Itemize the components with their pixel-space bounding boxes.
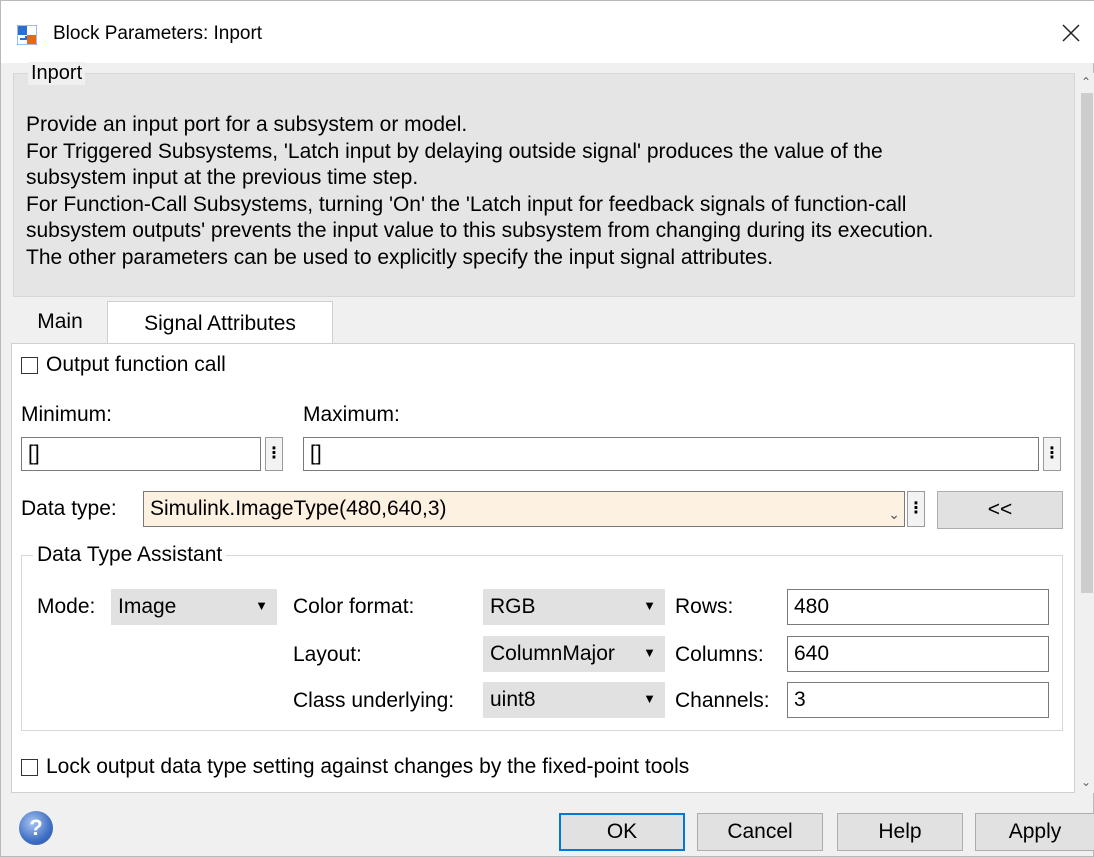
maximum-options-icon[interactable]: ⋮ — [1043, 437, 1061, 471]
maximum-label: Maximum: — [303, 403, 400, 426]
description-group-title: Inport — [28, 62, 86, 85]
help-button[interactable]: Help — [837, 813, 963, 851]
minimum-options-icon[interactable]: ⋮ — [265, 437, 283, 471]
scroll-up-icon[interactable]: ⌃ — [1079, 75, 1093, 89]
tab-signal-attributes[interactable]: Signal Attributes — [107, 301, 333, 345]
output-function-call-label: Output function call — [46, 353, 226, 376]
channels-label: Channels: — [675, 689, 770, 712]
maximum-input[interactable]: [] — [303, 437, 1039, 471]
lock-output-data-type-checkbox[interactable]: Lock output data type setting against ch… — [21, 755, 689, 779]
data-type-assistant-title: Data Type Assistant — [33, 543, 227, 567]
class-underlying-select[interactable]: uint8 ▼ — [483, 682, 665, 718]
tab-main[interactable]: Main — [15, 301, 105, 343]
checkbox-box[interactable] — [21, 356, 38, 374]
output-function-call-checkbox[interactable]: Output function call — [21, 353, 226, 377]
close-icon[interactable] — [1053, 15, 1089, 51]
dropdown-arrow-icon: ▼ — [643, 645, 656, 660]
title-bar: Block Parameters: Inport — [1, 1, 1094, 63]
color-format-value: RGB — [490, 595, 536, 618]
color-format-label: Color format: — [293, 595, 415, 618]
scroll-thumb[interactable] — [1081, 93, 1093, 593]
checkbox-box[interactable] — [21, 758, 38, 776]
data-type-label: Data type: — [21, 497, 117, 520]
dropdown-arrow-icon: ▼ — [643, 598, 656, 613]
data-type-value: Simulink.ImageType(480,640,3) — [150, 497, 447, 520]
class-underlying-label: Class underlying: — [293, 689, 455, 712]
dropdown-arrow-icon: ▼ — [255, 598, 268, 613]
window-title: Block Parameters: Inport — [53, 23, 263, 44]
mode-select[interactable]: Image ▼ — [111, 589, 277, 625]
layout-select[interactable]: ColumnMajor ▼ — [483, 636, 665, 672]
chevron-down-icon[interactable]: ⌄ — [888, 500, 900, 528]
data-type-combo[interactable]: Simulink.ImageType(480,640,3) ⌄ — [143, 491, 905, 527]
mode-label: Mode: — [37, 595, 96, 618]
color-format-select[interactable]: RGB ▼ — [483, 589, 665, 625]
help-icon[interactable]: ? — [19, 811, 53, 845]
rows-input[interactable]: 480 — [787, 589, 1049, 625]
description-group: Inport Provide an input port for a subsy… — [13, 62, 1075, 297]
rows-label: Rows: — [675, 595, 734, 618]
data-type-assistant-toggle-button[interactable]: << — [937, 491, 1063, 529]
simulink-block-icon — [16, 24, 38, 46]
layout-value: ColumnMajor — [490, 642, 615, 665]
scroll-down-icon[interactable]: ⌄ — [1079, 775, 1093, 789]
ok-button[interactable]: OK — [559, 813, 685, 851]
columns-input[interactable]: 640 — [787, 636, 1049, 672]
minimum-label: Minimum: — [21, 403, 113, 426]
layout-label: Layout: — [293, 643, 362, 666]
cancel-button[interactable]: Cancel — [697, 813, 823, 851]
mode-value: Image — [118, 595, 177, 618]
class-underlying-value: uint8 — [490, 688, 536, 711]
dropdown-arrow-icon: ▼ — [643, 691, 656, 706]
columns-label: Columns: — [675, 643, 764, 666]
apply-button[interactable]: Apply — [975, 813, 1094, 851]
description-text: Provide an input port for a subsystem or… — [26, 113, 934, 269]
channels-input[interactable]: 3 — [787, 682, 1049, 718]
vertical-scrollbar[interactable]: ⌃ ⌄ — [1077, 73, 1094, 793]
lock-output-data-type-label: Lock output data type setting against ch… — [46, 755, 690, 778]
block-parameters-dialog: Block Parameters: Inport Inport Provide … — [0, 0, 1094, 857]
data-type-options-icon[interactable]: ⋮ — [907, 491, 925, 527]
minimum-input[interactable]: [] — [21, 437, 261, 471]
